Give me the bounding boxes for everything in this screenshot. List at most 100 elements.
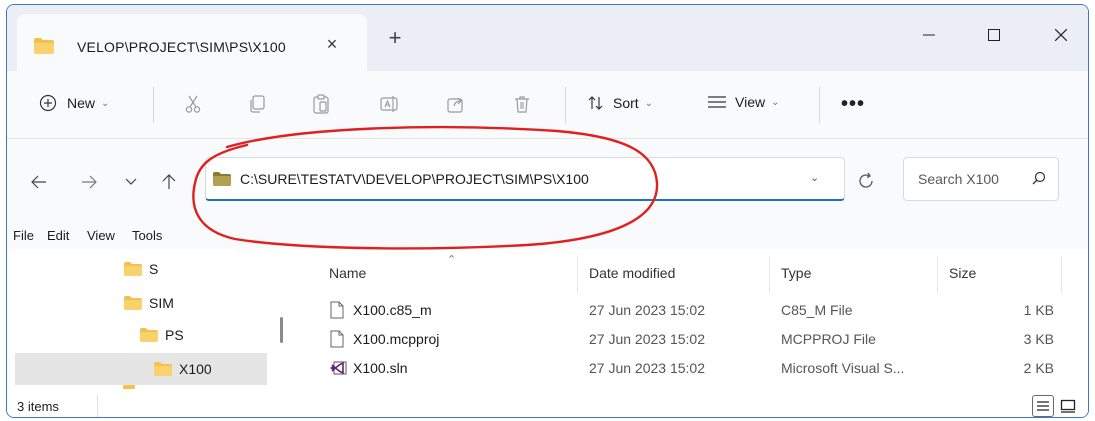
divider [97,395,98,417]
file-row[interactable]: X100.sln 27 Jun 2023 15:02 Microsoft Vis… [297,358,1088,380]
new-button[interactable]: New ⌄ [39,94,109,112]
sort-ascending-icon: ⌃ [447,254,457,266]
details-view-button[interactable] [1032,395,1054,417]
address-bar[interactable]: C:\SURE\TESTATV\DEVELOP\PROJECT\SIM\PS\X… [205,157,845,201]
column-header-size[interactable]: Size [949,265,976,281]
trash-icon [515,96,529,113]
paste-button[interactable] [309,92,333,116]
view-label: View [735,94,766,110]
search-icon [1032,171,1046,185]
file-date: 27 Jun 2023 15:02 [589,331,705,347]
menu-tools[interactable]: Tools [132,228,162,243]
cut-button[interactable] [181,92,205,116]
chevron-down-icon: ⌄ [771,96,780,108]
file-date: 27 Jun 2023 15:02 [589,302,705,318]
copy-button[interactable] [245,92,269,116]
nav-item-label: X100 [179,361,212,377]
tiles-view-icon [1060,399,1076,413]
file-row[interactable]: X100.mcpproj 27 Jun 2023 15:02 MCPPROJ F… [297,329,1088,351]
view-button[interactable]: View ⌄ [707,94,779,110]
nav-item-s[interactable]: S [123,255,158,283]
new-tab-button[interactable]: + [383,25,407,51]
file-type: C85_M File [781,302,853,318]
search-placeholder: Search X100 [918,171,999,187]
file-date: 27 Jun 2023 15:02 [589,360,705,376]
file-type: MCPPROJ File [781,331,876,347]
delete-button[interactable] [510,92,534,116]
chevron-down-icon: ⌄ [101,97,110,109]
selected-highlight [15,353,267,385]
divider [819,87,820,123]
maximize-button[interactable] [971,17,1017,53]
column-divider[interactable] [1061,257,1062,293]
plus-circle-icon [39,94,57,112]
copy-icon [250,95,265,113]
folder-icon [213,172,231,186]
file-name: X100.mcpproj [353,331,440,347]
refresh-icon[interactable] [856,171,876,191]
nav-item-label: PS [165,327,184,343]
view-lines-icon [708,96,726,108]
search-box[interactable]: Search X100 [903,157,1059,201]
file-name: X100.c85_m [353,302,432,318]
close-window-button[interactable] [1038,17,1084,53]
nav-item-ps[interactable]: PS [139,321,184,349]
chevron-down-icon: ⌄ [644,97,654,109]
arrow-right-icon [82,175,97,189]
command-bar: New ⌄ Sort ⌄ View ⌄ ••• [7,71,1088,139]
minimize-button[interactable] [906,17,952,53]
nav-pane-scrollbar[interactable] [280,317,283,343]
tab-title: VELOP\PROJECT\SIM\PS\X100 [77,39,286,55]
divider [153,87,154,123]
nav-item-sim[interactable]: SIM [123,289,174,317]
column-divider[interactable] [577,257,578,293]
navigation-pane: S SIM PS X100 [7,249,297,389]
address-row: C:\SURE\TESTATV\DEVELOP\PROJECT\SIM\PS\X… [7,139,1088,219]
close-icon [1055,29,1067,41]
close-tab-icon[interactable]: × [321,34,343,55]
sort-label: Sort [613,95,639,111]
share-button[interactable] [444,92,468,116]
folder-icon [154,362,172,376]
details-view-icon [1037,401,1049,411]
arrow-up-icon [162,174,176,189]
file-size: 3 KB [1023,331,1054,347]
folder-icon [34,38,54,54]
rename-button[interactable] [377,92,401,116]
status-bar: 3 items [7,389,1088,417]
sort-button[interactable]: Sort ⌄ [587,94,653,112]
divider [565,87,566,123]
address-path: C:\SURE\TESTATV\DEVELOP\PROJECT\SIM\PS\X… [240,171,589,187]
file-type: Microsoft Visual S... [781,360,905,376]
column-header-type[interactable]: Type [781,265,811,281]
file-explorer-window: VELOP\PROJECT\SIM\PS\X100 × + New ⌄ Sort… [6,4,1089,418]
recent-locations-button[interactable] [119,170,143,194]
column-divider[interactable] [769,257,770,293]
tab-current-folder[interactable]: VELOP\PROJECT\SIM\PS\X100 × [17,14,367,71]
chevron-down-icon[interactable]: ⌄ [810,171,819,184]
forward-button[interactable] [77,170,101,194]
file-list: ⌃ Name Date modified Type Size X100.c85_… [297,249,1088,389]
file-row[interactable]: X100.c85_m 27 Jun 2023 15:02 C85_M File … [297,300,1088,322]
menu-edit[interactable]: Edit [47,228,69,243]
column-divider[interactable] [937,257,938,293]
arrow-left-icon [31,175,46,189]
up-button[interactable] [157,170,181,194]
menu-view[interactable]: View [87,228,115,243]
file-icon [329,301,345,322]
column-header-date[interactable]: Date modified [589,265,675,281]
file-name: X100.sln [353,360,408,376]
nav-item-x100[interactable]: X100 [153,355,212,383]
column-header-name[interactable]: Name [329,265,366,281]
see-more-button[interactable]: ••• [841,93,865,116]
tiles-view-button[interactable] [1057,395,1079,417]
visual-studio-solution-icon [329,359,347,380]
share-icon [447,97,463,113]
menu-file[interactable]: File [13,228,34,243]
title-bar: VELOP\PROJECT\SIM\PS\X100 × + [7,5,1088,71]
minimize-icon [923,34,935,36]
folder-icon [124,296,142,310]
cut-icon [185,95,201,113]
maximize-icon [988,29,1000,41]
back-button[interactable] [27,170,51,194]
